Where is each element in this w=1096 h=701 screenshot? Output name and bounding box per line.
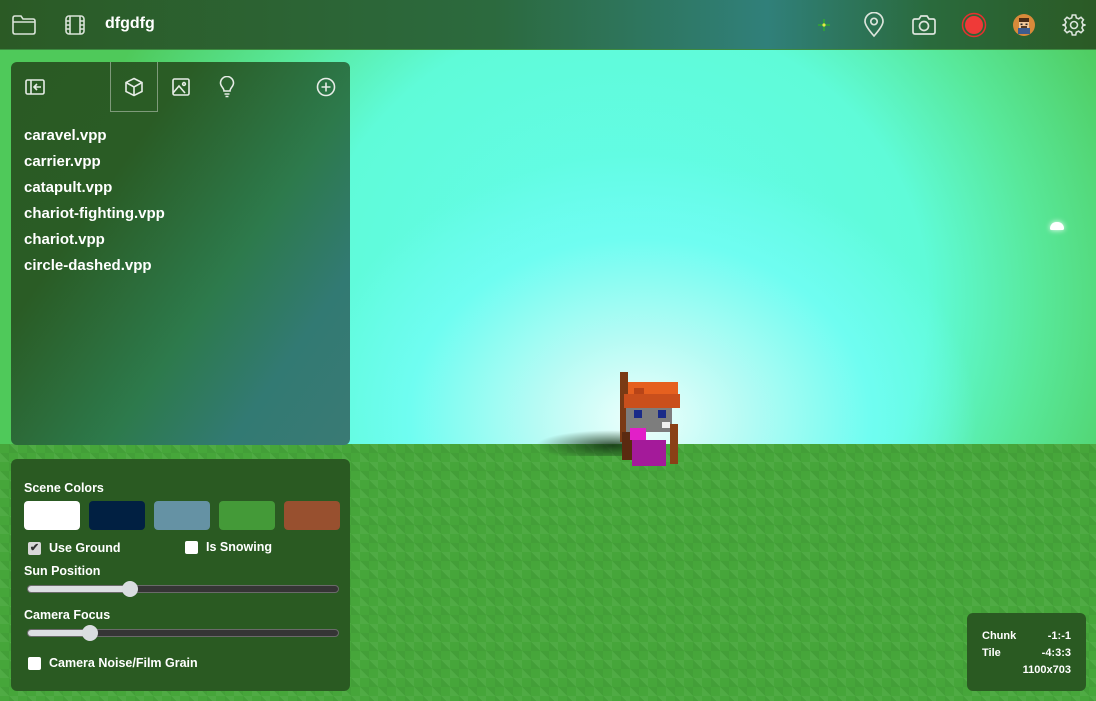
chunk-value: -1:-1 [1047, 630, 1071, 642]
cube-icon [125, 77, 143, 96]
file-item[interactable]: chariot-fighting.vpp [24, 205, 165, 231]
use-ground-checkbox[interactable]: ✔ Use Ground [28, 541, 121, 555]
scene-color-swatch[interactable] [219, 501, 275, 530]
asset-panel-tabs [11, 62, 350, 112]
sidebar-collapse-icon [25, 79, 45, 95]
resolution-value: 1100x703 [1022, 664, 1071, 676]
scene-color-swatch[interactable] [24, 501, 80, 530]
asset-file-list: caravel.vpp carrier.vpp catapult.vpp cha… [24, 127, 165, 283]
map-pin-icon[interactable] [861, 12, 887, 38]
camera-noise-label: Camera Noise/Film Grain [49, 656, 198, 670]
add-asset-button[interactable] [302, 62, 350, 112]
scene-colors-label: Scene Colors [24, 481, 104, 495]
chunk-row: Chunk -1:-1 [982, 630, 1071, 642]
folder-icon[interactable] [11, 12, 37, 38]
checkbox[interactable]: ✔ [28, 541, 41, 555]
tab-images[interactable] [157, 62, 205, 112]
tile-row: Tile -4:3:3 [982, 647, 1071, 659]
camera-noise-checkbox[interactable]: Camera Noise/Film Grain [28, 656, 198, 670]
project-title: dfgdfg [105, 15, 155, 32]
sun-position-slider[interactable] [27, 581, 339, 597]
checkbox[interactable] [185, 540, 198, 554]
tab-lights[interactable] [203, 62, 251, 112]
sun [1050, 222, 1064, 230]
slider-fill [28, 586, 131, 592]
collapse-panel-button[interactable] [11, 62, 59, 112]
top-bar: dfgdfg [0, 0, 1096, 50]
slider-thumb[interactable] [122, 581, 139, 597]
slider-thumb[interactable] [82, 625, 98, 641]
chunk-label: Chunk [982, 630, 1017, 642]
scene-color-swatches [24, 501, 340, 530]
slider-fill [28, 630, 90, 636]
lightbulb-icon [219, 76, 235, 98]
tile-label: Tile [982, 647, 1001, 659]
scene-color-swatch[interactable] [284, 501, 340, 530]
is-snowing-label: Is Snowing [206, 540, 272, 554]
file-item[interactable]: chariot.vpp [24, 231, 165, 257]
use-ground-label: Use Ground [49, 541, 121, 555]
tab-models[interactable] [110, 62, 158, 112]
camera-icon[interactable] [911, 12, 937, 38]
voxel-character[interactable] [600, 370, 690, 470]
file-item[interactable]: catapult.vpp [24, 179, 165, 205]
scene-color-swatch[interactable] [89, 501, 145, 530]
settings-icon[interactable] [1061, 12, 1087, 38]
asset-panel: caravel.vpp carrier.vpp catapult.vpp cha… [11, 62, 350, 445]
camera-focus-label: Camera Focus [24, 608, 111, 622]
file-item[interactable]: carrier.vpp [24, 153, 165, 179]
scene-color-swatch[interactable] [154, 501, 210, 530]
sun-position-label: Sun Position [24, 564, 101, 578]
avatar[interactable] [1011, 12, 1037, 38]
checkbox[interactable] [28, 656, 41, 670]
image-icon [172, 78, 190, 96]
position-info-box: Chunk -1:-1 Tile -4:3:3 1100x703 [967, 613, 1086, 691]
file-item[interactable]: circle-dashed.vpp [24, 257, 165, 283]
record-button[interactable] [961, 12, 987, 38]
tile-value: -4:3:3 [1041, 647, 1071, 659]
file-item[interactable]: caravel.vpp [24, 127, 165, 153]
camera-focus-slider[interactable] [27, 625, 339, 641]
plus-circle-icon [316, 77, 336, 97]
resolution-row: 1100x703 [982, 664, 1071, 676]
crosshair-indicator [811, 12, 837, 38]
scene-settings-panel: Scene Colors ✔ Use Ground Is Snowing Sun… [11, 459, 350, 691]
is-snowing-checkbox[interactable]: Is Snowing [185, 540, 272, 554]
film-icon[interactable] [62, 12, 88, 38]
